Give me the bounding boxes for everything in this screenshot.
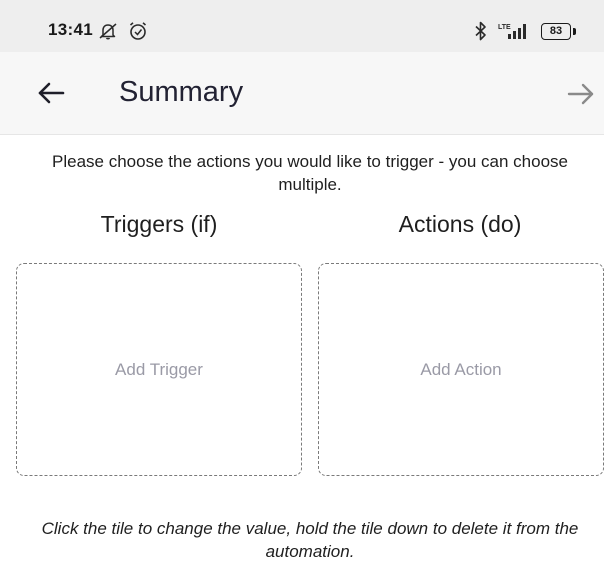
battery-icon: 83 — [541, 23, 571, 40]
status-bar: 13:41 LTE 83 — [0, 0, 604, 52]
network-label: LTE — [498, 24, 511, 31]
status-time: 13:41 — [48, 20, 93, 39]
battery-tip — [573, 28, 576, 35]
actions-heading: Actions (do) — [398, 211, 522, 237]
page-title: Summary — [119, 76, 244, 108]
add-action-label: Add Action — [420, 359, 502, 379]
alarm-icon — [129, 22, 147, 40]
add-trigger-tile[interactable]: Add Trigger — [16, 263, 302, 476]
back-arrow-icon[interactable] — [36, 78, 66, 108]
instructions-text: Please choose the actions you would like… — [52, 152, 568, 194]
app-bar: Summary — [0, 52, 604, 135]
screen: 13:41 LTE 83 Summary Please choose the a… — [0, 0, 604, 563]
forward-arrow-icon[interactable] — [566, 79, 596, 109]
add-trigger-label: Add Trigger — [115, 359, 203, 379]
footer-hint: Click the tile to change the value, hold… — [41, 519, 579, 561]
bluetooth-icon — [475, 21, 486, 41]
add-action-tile[interactable]: Add Action — [318, 263, 604, 476]
notifications-muted-icon — [99, 23, 117, 40]
triggers-heading: Triggers (if) — [100, 211, 218, 237]
lte-signal-icon: LTE — [498, 24, 526, 39]
